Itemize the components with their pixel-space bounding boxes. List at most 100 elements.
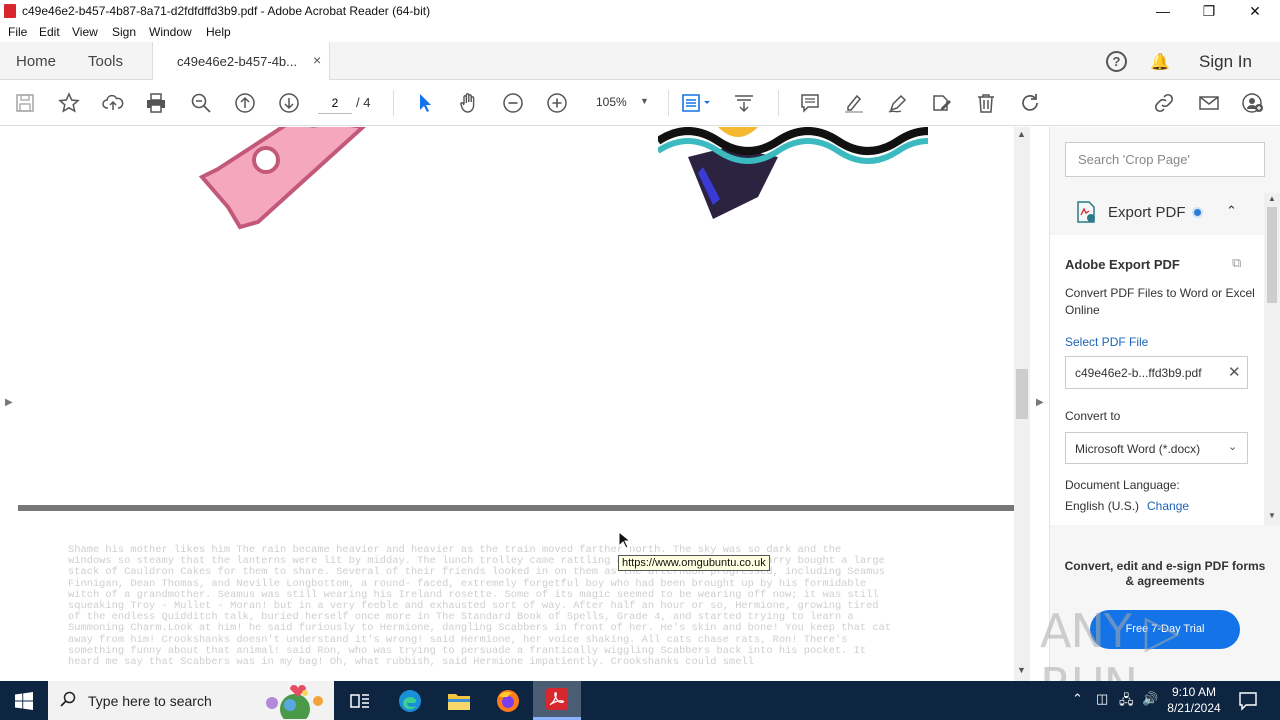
notification-center-icon[interactable] bbox=[1238, 691, 1258, 711]
page-text: Shame his mother likes him The rain beca… bbox=[68, 544, 892, 669]
task-view-icon[interactable] bbox=[336, 681, 384, 720]
zoom-select[interactable]: 105% ▼ bbox=[590, 92, 654, 114]
convert-to-value: Microsoft Word (*.docx) bbox=[1075, 442, 1201, 456]
export-pdf-icon bbox=[1077, 201, 1095, 223]
scroll-mode-icon[interactable] bbox=[732, 91, 756, 115]
print-icon[interactable] bbox=[144, 91, 168, 115]
page-total: / 4 bbox=[356, 95, 371, 110]
help-icon[interactable]: ? bbox=[1106, 51, 1127, 72]
scrollbar-thumb[interactable] bbox=[1016, 369, 1028, 419]
highlight-icon[interactable] bbox=[842, 91, 866, 115]
zoom-out-icon[interactable] bbox=[501, 91, 525, 115]
title-bar: c49e46e2-b457-4b87-8a71-d2fdfdffd3b9.pdf… bbox=[0, 0, 1280, 22]
document-scrollbar[interactable]: ▲ ▼ bbox=[1014, 127, 1030, 681]
upload-cloud-icon[interactable] bbox=[101, 91, 125, 115]
menu-edit[interactable]: Edit bbox=[39, 25, 60, 39]
tool-search-input[interactable]: Search 'Crop Page' bbox=[1065, 142, 1265, 177]
selected-file-field[interactable]: c49e46e2-b...ffd3b9.pdf ✕ bbox=[1065, 356, 1248, 389]
share-link-icon[interactable] bbox=[1152, 91, 1176, 115]
tab-home[interactable]: Home bbox=[16, 53, 56, 70]
selected-file-name: c49e46e2-b...ffd3b9.pdf bbox=[1075, 366, 1202, 380]
menu-help[interactable]: Help bbox=[206, 25, 231, 39]
close-tab-icon[interactable]: × bbox=[313, 52, 321, 68]
taskbar-search[interactable]: Type here to search bbox=[48, 681, 334, 720]
menu-view[interactable]: View bbox=[72, 25, 98, 39]
hand-tool-icon[interactable] bbox=[457, 91, 481, 115]
status-dot-icon bbox=[1192, 207, 1203, 218]
copy-icon[interactable]: ⧉ bbox=[1232, 255, 1241, 271]
mouse-cursor-icon bbox=[618, 531, 630, 549]
change-language-link[interactable]: Change bbox=[1147, 499, 1189, 513]
network-icon[interactable]: 🖧 bbox=[1119, 691, 1134, 713]
tray-device-icon[interactable]: ◫ bbox=[1096, 691, 1108, 707]
menu-bar: File Edit View Sign Window Help bbox=[0, 22, 1280, 42]
restore-button[interactable]: ❐ bbox=[1186, 0, 1232, 22]
comment-icon[interactable] bbox=[798, 91, 822, 115]
windows-logo-icon bbox=[15, 691, 33, 710]
rotate-icon[interactable] bbox=[1018, 91, 1042, 115]
notifications-icon[interactable]: 🔔 bbox=[1150, 52, 1170, 72]
scroll-up-icon[interactable]: ▲ bbox=[1268, 194, 1276, 203]
tab-tools[interactable]: Tools bbox=[88, 53, 123, 70]
promo-text: Convert, edit and e-sign PDF forms & agr… bbox=[1064, 559, 1266, 588]
remove-file-icon[interactable]: ✕ bbox=[1228, 363, 1241, 381]
taskbar-clock[interactable]: 9:10 AM 8/21/2024 bbox=[1162, 684, 1226, 716]
sign-in-button[interactable]: Sign In bbox=[1199, 52, 1252, 72]
star-icon[interactable] bbox=[57, 91, 81, 115]
wave-illustration bbox=[658, 127, 928, 219]
fit-page-icon[interactable] bbox=[678, 91, 714, 115]
toolbar-divider bbox=[778, 90, 779, 116]
menu-sign[interactable]: Sign bbox=[112, 25, 136, 39]
convert-to-label: Convert to bbox=[1065, 409, 1121, 423]
edit-pdf-icon[interactable] bbox=[930, 91, 954, 115]
minimize-button[interactable]: — bbox=[1140, 0, 1186, 22]
menu-window[interactable]: Window bbox=[149, 25, 192, 39]
firefox-icon[interactable] bbox=[484, 681, 532, 720]
expand-left-icon: ▶ bbox=[5, 397, 13, 408]
select-pdf-file-link[interactable]: Select PDF File bbox=[1065, 335, 1148, 349]
convert-to-select[interactable]: Microsoft Word (*.docx) ⌄ bbox=[1065, 432, 1248, 464]
file-explorer-icon[interactable] bbox=[435, 681, 483, 720]
collapse-right-icon: ▶ bbox=[1036, 397, 1044, 408]
scroll-up-icon[interactable]: ▲ bbox=[1017, 129, 1026, 139]
document-view[interactable]: Shame his mother likes him The rain beca… bbox=[18, 127, 1014, 681]
close-window-button[interactable]: ✕ bbox=[1232, 0, 1278, 22]
zoom-value: 105% bbox=[596, 95, 627, 109]
scroll-down-icon[interactable]: ▼ bbox=[1017, 665, 1026, 675]
left-pane-toggle[interactable]: ▶ bbox=[0, 127, 18, 681]
toolbar: / 4 105% ▼ bbox=[0, 80, 1280, 126]
menu-file[interactable]: File bbox=[8, 25, 27, 39]
select-cursor-icon[interactable] bbox=[413, 91, 437, 115]
tab-document[interactable]: c49e46e2-b457-4b... × bbox=[152, 42, 330, 80]
email-icon[interactable] bbox=[1197, 91, 1221, 115]
start-button[interactable] bbox=[0, 681, 48, 720]
clock-date: 8/21/2024 bbox=[1167, 701, 1221, 715]
page-number-input[interactable] bbox=[318, 92, 352, 114]
right-pane-toggle[interactable]: ▶ bbox=[1030, 127, 1050, 681]
delete-icon[interactable] bbox=[974, 91, 998, 115]
acrobat-taskbar-icon[interactable] bbox=[533, 681, 581, 720]
tab-document-label: c49e46e2-b457-4b... bbox=[177, 54, 297, 69]
tray-chevron-up-icon[interactable]: ⌃ bbox=[1072, 691, 1083, 707]
draw-pen-icon[interactable] bbox=[886, 91, 910, 115]
document-language-label: Document Language: bbox=[1065, 478, 1180, 492]
chevron-down-icon: ▼ bbox=[640, 96, 649, 106]
next-page-icon[interactable] bbox=[277, 91, 301, 115]
zoom-out-search-icon[interactable] bbox=[189, 91, 213, 115]
export-pdf-label: Export PDF bbox=[1108, 204, 1186, 221]
chevron-up-icon[interactable]: ⌃ bbox=[1226, 203, 1237, 219]
card-title: Adobe Export PDF bbox=[1065, 257, 1180, 272]
save-icon[interactable] bbox=[13, 91, 37, 115]
zoom-in-icon[interactable] bbox=[545, 91, 569, 115]
pane-scrollbar[interactable]: ▲ ▼ bbox=[1264, 193, 1280, 525]
export-pdf-header[interactable]: Export PDF ⌃ bbox=[1050, 193, 1264, 233]
clock-time: 9:10 AM bbox=[1171, 685, 1217, 699]
add-user-icon[interactable] bbox=[1241, 91, 1265, 115]
clothespin-illustration bbox=[198, 127, 366, 230]
previous-page-icon[interactable] bbox=[233, 91, 257, 115]
scroll-down-icon[interactable]: ▼ bbox=[1268, 511, 1276, 520]
volume-icon[interactable]: 🔊 bbox=[1142, 691, 1158, 707]
scrollbar-thumb[interactable] bbox=[1267, 207, 1277, 303]
edge-browser-icon[interactable] bbox=[386, 681, 434, 720]
search-icon bbox=[60, 691, 76, 707]
